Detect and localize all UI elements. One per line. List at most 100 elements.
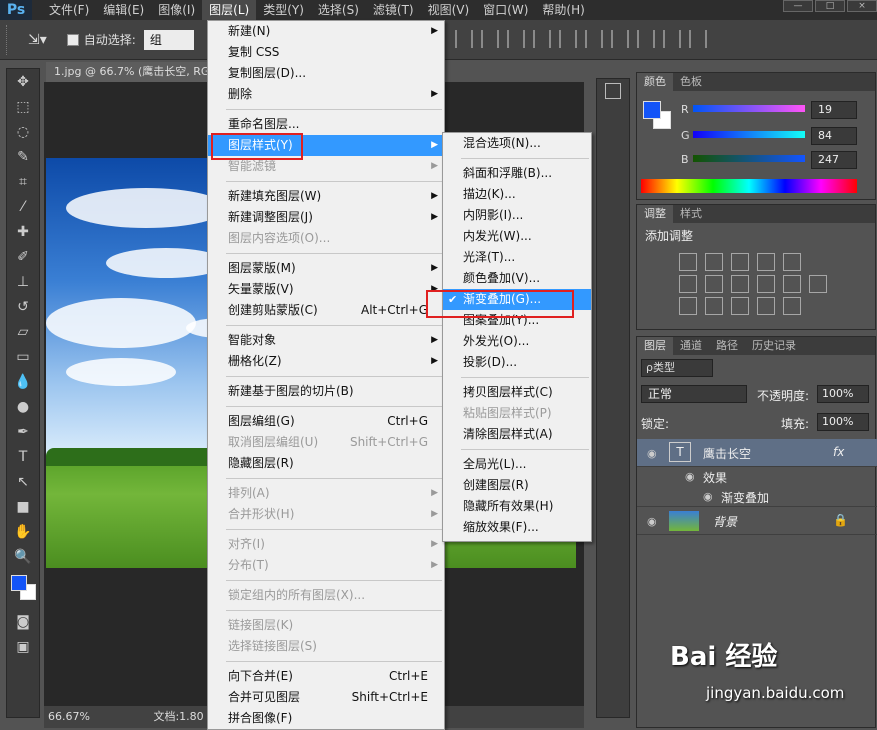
green-value[interactable]: 84 bbox=[811, 127, 857, 145]
layer-menu-item-24[interactable]: 隐藏图层(R) bbox=[208, 453, 444, 474]
distribute-middle-icon[interactable] bbox=[559, 30, 577, 48]
menu-7[interactable]: 视图(V) bbox=[421, 0, 477, 20]
close-button[interactable]: × bbox=[847, 0, 877, 12]
screen-mode-icon[interactable]: ▣ bbox=[7, 634, 39, 659]
zoom-icon[interactable]: 🔍 bbox=[7, 544, 39, 569]
photo-filter-icon[interactable] bbox=[757, 275, 775, 293]
gradient-icon[interactable]: ▭ bbox=[7, 344, 39, 369]
distribute-bottom-icon[interactable] bbox=[585, 30, 603, 48]
style-submenu-item-5[interactable]: 内发光(W)... bbox=[443, 226, 591, 247]
menu-2[interactable]: 图像(I) bbox=[151, 0, 202, 20]
foreground-color-swatch[interactable] bbox=[11, 575, 27, 591]
selective-color-icon[interactable] bbox=[757, 297, 775, 315]
stamp-icon[interactable]: ⊥ bbox=[7, 269, 39, 294]
move-icon[interactable]: ✥ bbox=[7, 69, 39, 94]
menu-5[interactable]: 选择(S) bbox=[311, 0, 366, 20]
style-submenu-item-4[interactable]: 内阴影(I)... bbox=[443, 205, 591, 226]
gradient-overlay-effect-row[interactable]: ◉ 渐变叠加 bbox=[637, 487, 877, 507]
fg-color-chip[interactable] bbox=[643, 101, 661, 119]
tab-history[interactable]: 历史记录 bbox=[745, 337, 803, 355]
style-submenu-item-0[interactable]: 混合选项(N)... bbox=[443, 133, 591, 154]
lookup-icon[interactable] bbox=[809, 275, 827, 293]
tab-adjustments[interactable]: 调整 bbox=[637, 205, 673, 223]
marquee-icon[interactable]: ⬚ bbox=[7, 94, 39, 119]
curves-icon[interactable] bbox=[731, 253, 749, 271]
menu-3[interactable]: 图层(L) bbox=[202, 0, 257, 20]
layer-menu-item-13[interactable]: 图层蒙版(M) ▶ bbox=[208, 258, 444, 279]
layer-menu-item-1[interactable]: 复制 CSS bbox=[208, 42, 444, 63]
pen-icon[interactable]: ✒ bbox=[7, 419, 39, 444]
document-tab[interactable]: 1.jpg @ 66.7% (鹰击长空, RG bbox=[46, 62, 216, 82]
layer-menu-item-22[interactable]: 图层编组(G) Ctrl+G bbox=[208, 411, 444, 432]
posterize-icon[interactable] bbox=[705, 297, 723, 315]
hand-icon[interactable]: ✋ bbox=[7, 519, 39, 544]
distribute-center-icon[interactable] bbox=[637, 30, 655, 48]
style-submenu-item-18[interactable]: 创建图层(R) bbox=[443, 475, 591, 496]
eye-icon[interactable]: ◉ bbox=[647, 447, 657, 460]
layer-menu-item-30[interactable]: 分布(T) ▶ bbox=[208, 555, 444, 576]
invert-icon[interactable] bbox=[679, 297, 697, 315]
layer-menu-item-23[interactable]: 取消图层编组(U) Shift+Ctrl+G bbox=[208, 432, 444, 453]
auto-align-icon[interactable] bbox=[689, 30, 707, 48]
gradient-map-icon[interactable] bbox=[783, 297, 801, 315]
gradient-overlay-eye-icon[interactable]: ◉ bbox=[703, 490, 713, 503]
layer-menu-item-32[interactable]: 锁定组内的所有图层(X)... bbox=[208, 585, 444, 606]
layer-menu-item-20[interactable]: 新建基于图层的切片(B) bbox=[208, 381, 444, 402]
menu-0[interactable]: 文件(F) bbox=[42, 0, 96, 20]
menu-8[interactable]: 窗口(W) bbox=[476, 0, 535, 20]
crop-icon[interactable]: ⌗ bbox=[7, 169, 39, 194]
dodge-icon[interactable]: ● bbox=[7, 394, 39, 419]
style-submenu-item-19[interactable]: 隐藏所有效果(H) bbox=[443, 496, 591, 517]
layer-name[interactable]: 鹰击长空 bbox=[703, 445, 751, 462]
style-submenu-item-3[interactable]: 描边(K)... bbox=[443, 184, 591, 205]
style-submenu-item-6[interactable]: 光泽(T)... bbox=[443, 247, 591, 268]
tab-swatches[interactable]: 色板 bbox=[673, 73, 709, 91]
blend-mode-dropdown[interactable]: 正常 bbox=[641, 385, 747, 403]
menu-6[interactable]: 滤镜(T) bbox=[366, 0, 421, 20]
align-middle-icon[interactable] bbox=[481, 30, 499, 48]
3d-icon[interactable] bbox=[605, 83, 621, 99]
maximize-button[interactable]: □ bbox=[815, 0, 845, 12]
eraser-icon[interactable]: ▱ bbox=[7, 319, 39, 344]
eyedropper-icon[interactable]: ⁄ bbox=[7, 194, 39, 219]
style-submenu-item-10[interactable]: 外发光(O)... bbox=[443, 331, 591, 352]
layer-menu-item-26[interactable]: 排列(A) ▶ bbox=[208, 483, 444, 504]
quick-mask-icon[interactable]: ◙ bbox=[7, 609, 39, 634]
layer-row-background[interactable]: ◉ 背景 🔒 bbox=[637, 507, 877, 535]
layer-menu-item-17[interactable]: 智能对象 ▶ bbox=[208, 330, 444, 351]
distribute-top-icon[interactable] bbox=[533, 30, 551, 48]
threshold-icon[interactable] bbox=[731, 297, 749, 315]
style-submenu-item-7[interactable]: 颜色叠加(V)... bbox=[443, 268, 591, 289]
background-layer-name[interactable]: 背景 bbox=[713, 513, 737, 530]
style-submenu-item-14[interactable]: 粘贴图层样式(P) bbox=[443, 403, 591, 424]
type-icon[interactable]: T bbox=[7, 444, 39, 469]
vibrance-icon[interactable] bbox=[783, 253, 801, 271]
style-submenu-item-13[interactable]: 拷贝图层样式(C) bbox=[443, 382, 591, 403]
layer-filter-dropdown[interactable]: ρ类型 bbox=[641, 359, 713, 377]
path-select-icon[interactable]: ↖ bbox=[7, 469, 39, 494]
red-value[interactable]: 19 bbox=[811, 101, 857, 119]
quick-select-icon[interactable]: ✎ bbox=[7, 144, 39, 169]
green-slider[interactable]: G 84 bbox=[681, 127, 877, 145]
menu-1[interactable]: 编辑(E) bbox=[96, 0, 151, 20]
effects-row[interactable]: ◉ 效果 bbox=[637, 467, 877, 487]
style-submenu-item-17[interactable]: 全局光(L)... bbox=[443, 454, 591, 475]
layer-menu-item-34[interactable]: 链接图层(K) bbox=[208, 615, 444, 636]
layer-menu-item-27[interactable]: 合并形状(H) ▶ bbox=[208, 504, 444, 525]
move-tool-icon[interactable]: ⇲▾ bbox=[28, 32, 47, 48]
layer-menu-item-39[interactable]: 拼合图像(F) bbox=[208, 708, 444, 729]
blur-icon[interactable]: 💧 bbox=[7, 369, 39, 394]
layer-menu-item-5[interactable]: 重命名图层... bbox=[208, 114, 444, 135]
levels-icon[interactable] bbox=[705, 253, 723, 271]
layer-menu-item-3[interactable]: 删除 ▶ bbox=[208, 84, 444, 105]
layer-menu-item-29[interactable]: 对齐(I) ▶ bbox=[208, 534, 444, 555]
layer-menu-item-11[interactable]: 图层内容选项(O)... bbox=[208, 228, 444, 249]
layer-menu-item-9[interactable]: 新建填充图层(W) ▶ bbox=[208, 186, 444, 207]
style-submenu-item-20[interactable]: 缩放效果(F)... bbox=[443, 517, 591, 538]
distribute-left-icon[interactable] bbox=[611, 30, 629, 48]
menu-9[interactable]: 帮助(H) bbox=[535, 0, 591, 20]
align-top-icon[interactable] bbox=[455, 30, 473, 48]
style-submenu-item-2[interactable]: 斜面和浮雕(B)... bbox=[443, 163, 591, 184]
opacity-input[interactable]: 100% bbox=[817, 385, 869, 403]
style-submenu-item-11[interactable]: 投影(D)... bbox=[443, 352, 591, 373]
